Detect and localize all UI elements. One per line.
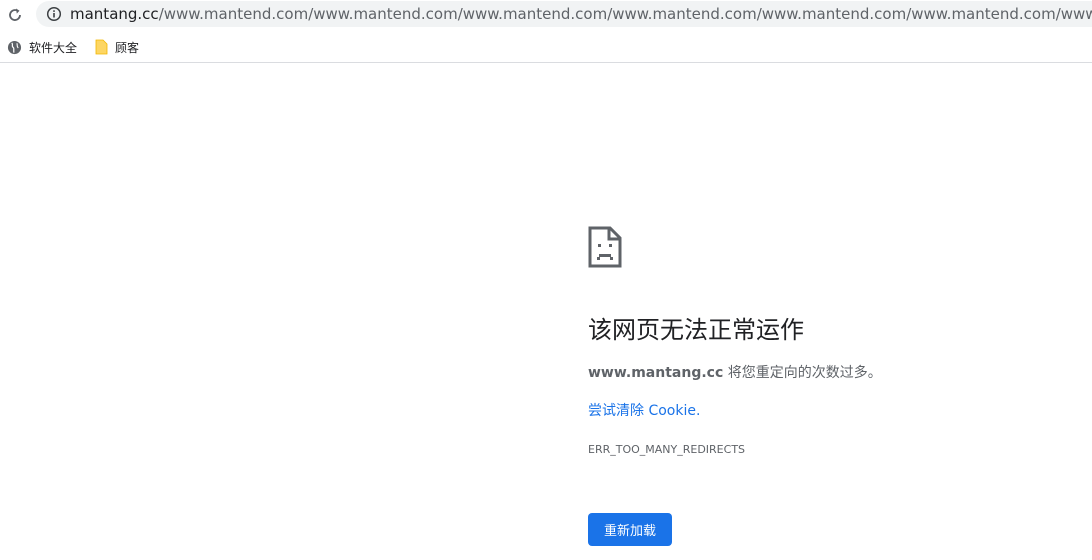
bookmark-label: 顾客 bbox=[115, 40, 140, 55]
bookmarks-bar: 软件大全 顾客 bbox=[0, 32, 1092, 63]
error-description: www.mantang.cc 将您重定向的次数过多。 bbox=[588, 363, 882, 383]
browser-toolbar: mantang.cc/www.mantend.com/www.mantend.c… bbox=[0, 0, 1092, 30]
error-host: www.mantang.cc bbox=[588, 365, 724, 381]
error-page: 该网页无法正常运作 www.mantang.cc 将您重定向的次数过多。 尝试清… bbox=[0, 63, 1092, 560]
url-host: mantang.cc bbox=[70, 5, 159, 23]
browser-reload-button[interactable] bbox=[4, 4, 26, 26]
info-icon[interactable] bbox=[46, 6, 62, 22]
url-text[interactable]: mantang.cc/www.mantend.com/www.mantend.c… bbox=[70, 4, 1092, 24]
folder-icon bbox=[95, 39, 108, 55]
address-bar[interactable]: mantang.cc/www.mantend.com/www.mantend.c… bbox=[36, 1, 1092, 27]
error-code: ERR_TOO_MANY_REDIRECTS bbox=[588, 443, 746, 456]
error-title: 该网页无法正常运作 bbox=[588, 316, 804, 344]
clear-cookies-link[interactable]: 尝试清除 Cookie. bbox=[588, 401, 700, 421]
globe-icon bbox=[7, 40, 22, 54]
bookmark-label: 软件大全 bbox=[29, 40, 78, 55]
bookmark-folder-customers[interactable]: 顾客 bbox=[95, 37, 139, 57]
url-path: /www.mantend.com/www.mantend.com/www.man… bbox=[158, 5, 1092, 23]
reload-icon bbox=[9, 8, 21, 21]
bookmark-software[interactable]: 软件大全 bbox=[7, 37, 77, 57]
sad-page-icon bbox=[588, 226, 622, 268]
error-message: 将您重定向的次数过多。 bbox=[723, 365, 882, 381]
reload-button[interactable]: 重新加载 bbox=[588, 513, 672, 546]
